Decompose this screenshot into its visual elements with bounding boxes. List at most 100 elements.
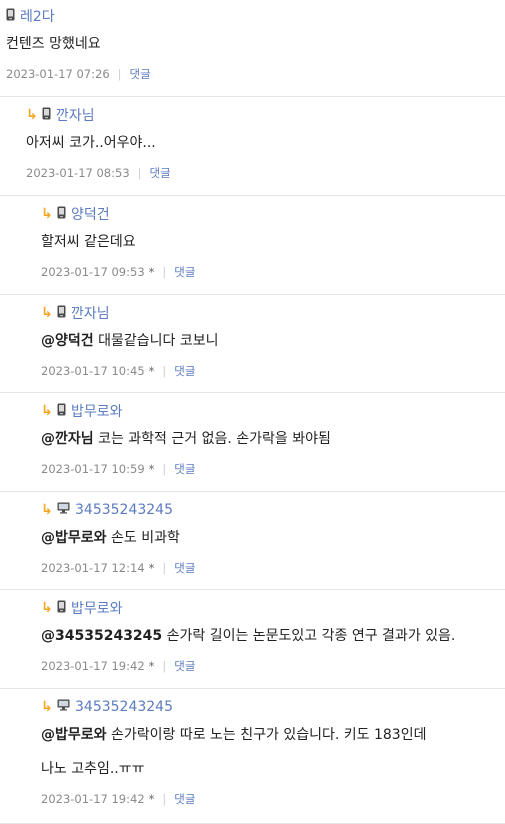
- author-nickname[interactable]: 깐자님: [56, 105, 95, 125]
- reply-button[interactable]: 댓글: [130, 66, 151, 82]
- comment-item: 레2다컨텐즈 망했네요 2023-01-17 07:26 | 댓글: [0, 0, 505, 97]
- comment-header: ↳ 깐자님: [41, 303, 505, 323]
- comment-item: ↳ 밥무로와 @34535243245 손가락 길이는 논문도있고 각종 연구 결과…: [0, 590, 505, 689]
- comment-body: @34535243245 손가락 길이는 논문도있고 각종 연구 결과가 있음.: [41, 626, 505, 646]
- comment-item: ↳ 깐자님아저씨 코가..어우야... 2023-01-17 08:53 | 댓글: [0, 97, 505, 196]
- author-nickname[interactable]: 깐자님: [71, 303, 110, 323]
- comment-body: @밥무로와 손가락이랑 따로 노는 친구가 있습니다. 키도 183인데나노 고…: [41, 725, 505, 779]
- mention[interactable]: @밥무로와: [41, 530, 107, 546]
- comment-meta: 2023-01-17 07:26 | 댓글: [6, 66, 505, 82]
- separator: |: [162, 561, 167, 575]
- comment-header: ↳ 깐자님: [26, 105, 505, 125]
- star-mark: *: [148, 659, 155, 673]
- mention[interactable]: @깐자님: [41, 431, 94, 447]
- comment-header: ↳ 밥무로와: [41, 401, 505, 421]
- mobile-phone-icon: [57, 206, 66, 223]
- comment-header: ↳ 양덕건: [41, 204, 505, 224]
- separator: |: [162, 792, 167, 806]
- reply-arrow-icon: ↳: [26, 107, 38, 123]
- star-mark: *: [148, 561, 155, 575]
- author-nickname[interactable]: 밥무로와: [71, 401, 123, 421]
- comment-text: 손가락 길이는 논문도있고 각종 연구 결과가 있음.: [162, 628, 456, 644]
- comment-meta: 2023-01-17 19:42 * | 댓글: [41, 791, 505, 807]
- comment-item: ↳ 34535243245 @밥무로와 손도 비과학 2023-01-17 12:14…: [0, 492, 505, 590]
- separator: |: [162, 659, 167, 673]
- mention[interactable]: @밥무로와: [41, 727, 107, 743]
- comment-body: 컨텐즈 망했네요: [6, 34, 505, 54]
- star-mark: *: [148, 792, 155, 806]
- timestamp: 2023-01-17 07:26: [6, 67, 110, 81]
- star-mark: *: [148, 462, 155, 476]
- comment-text: 할저씨 같은데요: [41, 234, 136, 250]
- timestamp: 2023-01-17 10:45: [41, 364, 145, 378]
- reply-arrow-icon: ↳: [41, 699, 53, 715]
- comment-meta: 2023-01-17 09:53 * | 댓글: [41, 264, 505, 280]
- author-nickname[interactable]: 34535243245: [75, 502, 173, 518]
- mobile-phone-icon: [6, 8, 15, 25]
- comment-text: 아저씨 코가..어우야...: [26, 135, 156, 151]
- comment-body: 할저씨 같은데요: [41, 232, 505, 252]
- comment-item: ↳ 밥무로와 @깐자님 코는 과학적 근거 없음. 손가락을 봐야됨 2023-01-…: [0, 393, 505, 492]
- reply-button[interactable]: 댓글: [174, 461, 195, 477]
- reply-arrow-icon: ↳: [41, 206, 53, 222]
- comment-text: 대물같습니다 코보니: [93, 333, 219, 349]
- comment-item: ↳ 양덕건할저씨 같은데요 2023-01-17 09:53 * | 댓글: [0, 196, 505, 295]
- pc-icon: [57, 502, 70, 518]
- comment-meta: 2023-01-17 08:53 | 댓글: [26, 165, 505, 181]
- comment-item: ↳ 깐자님 @양덕건 대물같습니다 코보니 2023-01-17 10:45 * | 댓글: [0, 295, 505, 393]
- author-nickname[interactable]: 레2다: [20, 6, 55, 26]
- separator: |: [162, 462, 167, 476]
- comment-item: ↳ 34535243245 @밥무로와 손가락이랑 따로 노는 친구가 있습니다. …: [0, 689, 505, 824]
- comment-meta: 2023-01-17 19:42 * | 댓글: [41, 658, 505, 674]
- reply-button[interactable]: 댓글: [174, 658, 195, 674]
- separator: |: [137, 166, 142, 180]
- author-nickname[interactable]: 34535243245: [75, 699, 173, 715]
- comment-meta: 2023-01-17 12:14 * | 댓글: [41, 560, 505, 576]
- comment-body: 아저씨 코가..어우야...: [26, 133, 505, 153]
- timestamp: 2023-01-17 09:53: [41, 265, 145, 279]
- comment-text: 컨텐즈 망했네요: [6, 36, 101, 52]
- author-nickname[interactable]: 밥무로와: [71, 598, 123, 618]
- comment-meta: 2023-01-17 10:45 * | 댓글: [41, 363, 505, 379]
- mobile-phone-icon: [42, 107, 51, 124]
- comment-header: ↳ 밥무로와: [41, 598, 505, 618]
- reply-button[interactable]: 댓글: [174, 363, 195, 379]
- pc-icon: [57, 699, 70, 715]
- reply-arrow-icon: ↳: [41, 403, 53, 419]
- star-mark: *: [148, 364, 155, 378]
- star-mark: *: [148, 265, 155, 279]
- comment-text: 손도 비과학: [106, 530, 180, 546]
- separator: |: [162, 364, 167, 378]
- mobile-phone-icon: [57, 600, 66, 617]
- reply-button[interactable]: 댓글: [150, 165, 171, 181]
- mobile-phone-icon: [57, 305, 66, 322]
- mention[interactable]: @34535243245: [41, 628, 162, 644]
- comment-body: @깐자님 코는 과학적 근거 없음. 손가락을 봐야됨: [41, 429, 505, 449]
- comment-text-line2: 나노 고추임..ㅠㅠ: [41, 761, 145, 777]
- comment-text: 코는 과학적 근거 없음. 손가락을 봐야됨: [93, 431, 331, 447]
- separator: |: [162, 265, 167, 279]
- reply-arrow-icon: ↳: [41, 600, 53, 616]
- comment-body: @밥무로와 손도 비과학: [41, 528, 505, 548]
- reply-arrow-icon: ↳: [41, 502, 53, 518]
- comment-header: ↳ 34535243245: [41, 697, 505, 717]
- comment-header: ↳ 34535243245: [41, 500, 505, 520]
- mobile-phone-icon: [57, 403, 66, 420]
- timestamp: 2023-01-17 08:53: [26, 166, 130, 180]
- separator: |: [117, 67, 122, 81]
- comment-header: 레2다: [6, 6, 505, 26]
- mention[interactable]: @양덕건: [41, 333, 94, 349]
- reply-button[interactable]: 댓글: [174, 560, 195, 576]
- author-nickname[interactable]: 양덕건: [71, 204, 110, 224]
- timestamp: 2023-01-17 10:59: [41, 462, 145, 476]
- comment-meta: 2023-01-17 10:59 * | 댓글: [41, 461, 505, 477]
- comment-text: 손가락이랑 따로 노는 친구가 있습니다. 키도 183인데: [106, 727, 427, 743]
- reply-button[interactable]: 댓글: [174, 264, 195, 280]
- comment-list: 레2다 컨텐즈 망했네요 2023-01-17 07:26 | 댓글 ↳ 깐자님 아저씨 코가…: [0, 0, 505, 824]
- timestamp: 2023-01-17 12:14: [41, 561, 145, 575]
- comment-body: @양덕건 대물같습니다 코보니: [41, 331, 505, 351]
- timestamp: 2023-01-17 19:42: [41, 659, 145, 673]
- reply-arrow-icon: ↳: [41, 305, 53, 321]
- timestamp: 2023-01-17 19:42: [41, 792, 145, 806]
- reply-button[interactable]: 댓글: [174, 791, 195, 807]
